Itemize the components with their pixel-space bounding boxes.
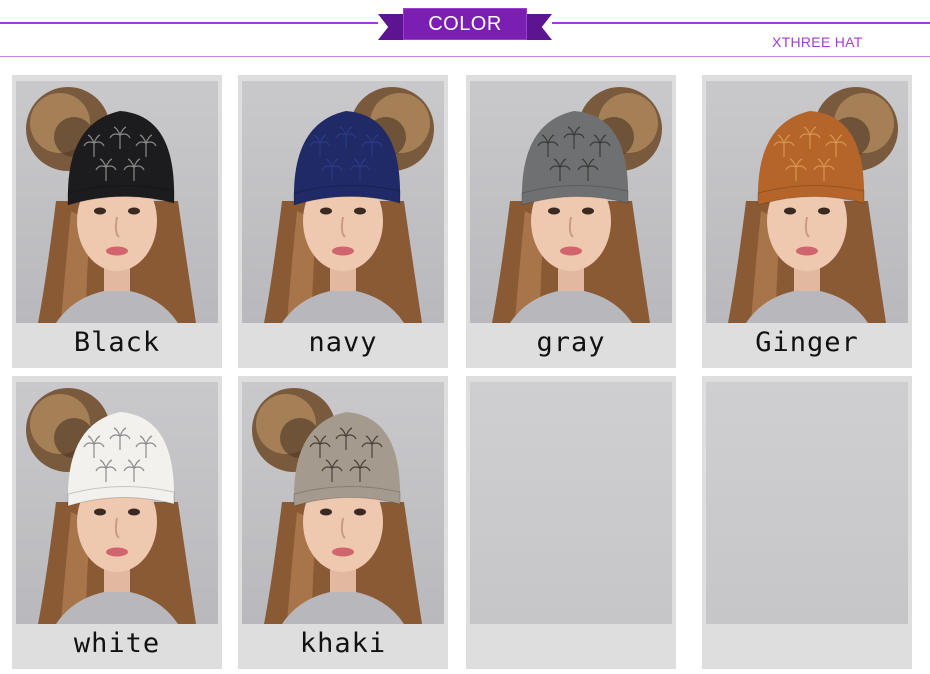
brand-name: XTHREE HAT [772, 34, 863, 50]
swatch-label: khaki [299, 628, 387, 659]
lips [332, 246, 354, 256]
model-photo-khaki [252, 388, 422, 624]
swatch-photo [16, 81, 218, 323]
empty-photo-placeholder [470, 382, 672, 624]
model-photo-white [26, 388, 196, 624]
swatch-label: navy [308, 327, 378, 358]
color-swatch-ginger[interactable]: Ginger [702, 75, 912, 368]
eye-left [784, 207, 796, 215]
model-photo-ginger [728, 87, 898, 323]
lips [796, 246, 818, 256]
lips [106, 246, 128, 256]
eye-right [818, 207, 830, 215]
model-photo-navy [264, 87, 434, 323]
color-swatch-white[interactable]: white [12, 376, 222, 669]
eye-left [94, 207, 106, 215]
eye-left [94, 508, 106, 516]
empty-swatch-slot [466, 376, 676, 669]
swatch-photo [16, 382, 218, 624]
swatch-photo [706, 81, 908, 323]
lips [332, 547, 354, 557]
banner-title: COLOR [403, 8, 527, 40]
eye-right [354, 207, 366, 215]
model-photo-black [26, 87, 196, 323]
eye-left [548, 207, 560, 215]
header-rule-right [552, 22, 930, 24]
eye-left [320, 207, 332, 215]
color-swatch-gray[interactable]: gray [466, 75, 676, 368]
color-swatch-khaki[interactable]: khaki [238, 376, 448, 669]
eye-right [354, 508, 366, 516]
swatch-label: Ginger [755, 327, 859, 358]
eye-right [128, 207, 140, 215]
color-swatch-black[interactable]: Black [12, 75, 222, 368]
swatch-photo [242, 81, 444, 323]
swatch-label: Black [73, 327, 161, 358]
swatch-photo [470, 81, 672, 323]
empty-swatch-slot [702, 376, 912, 669]
lips [560, 246, 582, 256]
empty-photo-placeholder [706, 382, 908, 624]
color-banner: COLOR [378, 8, 552, 44]
header-rule-left [0, 22, 378, 24]
swatch-photo [242, 382, 444, 624]
color-swatch-navy[interactable]: navy [238, 75, 448, 368]
model-photo-gray [492, 87, 662, 323]
eye-right [128, 508, 140, 516]
eye-right [582, 207, 594, 215]
lips [106, 547, 128, 557]
swatch-label: gray [536, 327, 606, 358]
eye-left [320, 508, 332, 516]
header-rule-bottom [0, 56, 930, 57]
swatch-label: white [73, 628, 161, 659]
